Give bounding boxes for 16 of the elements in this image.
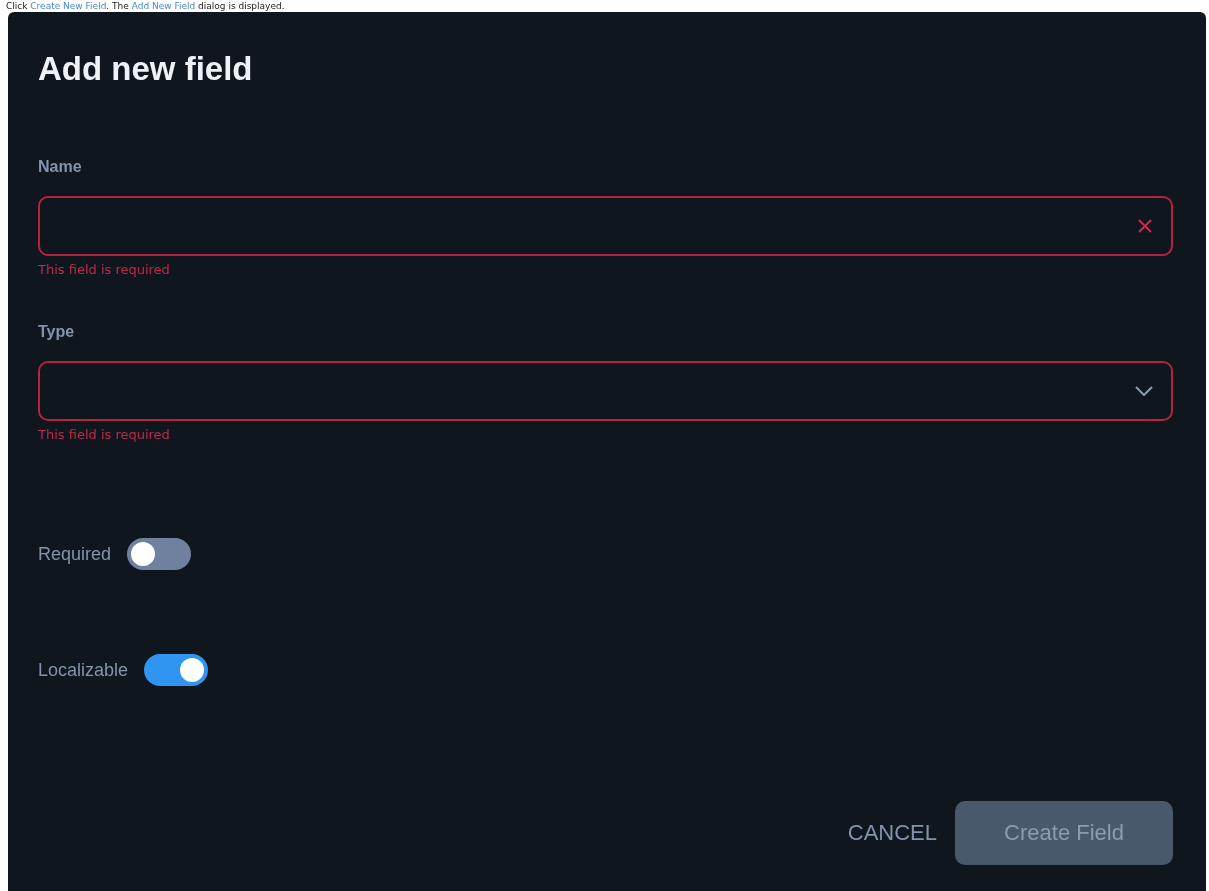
instruction-text: Click Create New Field. The Add New Field dialog is displayed. (5, 0, 285, 12)
toggle-switch[interactable] (144, 654, 209, 686)
clear-icon[interactable] (1137, 218, 1153, 234)
toggle-label: Required (38, 543, 112, 565)
field-label: Name (38, 158, 82, 176)
chevron-down-icon[interactable] (1135, 386, 1153, 396)
link[interactable]: Add New Field (131, 1, 196, 11)
toggle-label: Localizable (38, 659, 129, 681)
name-input[interactable] (38, 196, 1173, 256)
type-dropdown[interactable] (38, 361, 1173, 421)
error-message: This field is required (38, 262, 170, 277)
dialog-title: Add new field (38, 50, 253, 88)
toggle-switch[interactable] (127, 538, 192, 570)
field-label: Type (38, 323, 75, 341)
cancel-button[interactable]: CANCEL (843, 816, 941, 850)
error-message: This field is required (38, 427, 170, 442)
